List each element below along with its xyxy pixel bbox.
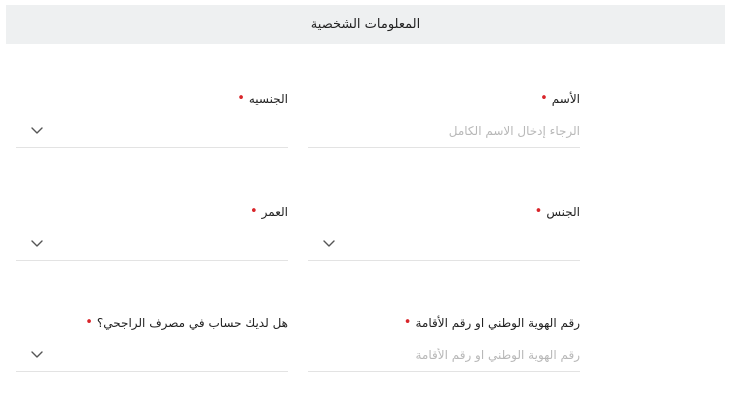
required-indicator: • [249, 204, 258, 219]
required-indicator: • [540, 91, 548, 106]
chevron-down-icon[interactable] [30, 350, 44, 360]
has-account-select[interactable] [16, 338, 288, 372]
age-label: العمر • [250, 205, 288, 219]
nationality-select[interactable] [16, 114, 288, 148]
personal-info-form: المعلومات الشخصية الأسم • الجنسيه • الجن… [0, 0, 730, 418]
id-number-input[interactable] [308, 338, 580, 371]
nationality-label-text: الجنسيه [248, 92, 288, 106]
required-indicator: • [85, 315, 93, 330]
section-header: المعلومات الشخصية [6, 5, 725, 44]
id-number-label: رقم الهوية الوطني او رقم الأقامة • [404, 316, 580, 330]
chevron-down-icon[interactable] [30, 239, 44, 249]
age-label-text: العمر [261, 205, 288, 219]
nationality-label: الجنسيه • [237, 92, 288, 106]
chevron-down-icon[interactable] [322, 239, 336, 249]
name-label-text: الأسم [551, 92, 580, 106]
gender-label: الجنس • [535, 205, 580, 219]
required-indicator: • [534, 204, 543, 219]
id-number-label-text: رقم الهوية الوطني او رقم الأقامة [415, 316, 580, 330]
required-indicator: • [237, 91, 245, 106]
id-number-input-wrapper [308, 338, 580, 372]
name-input-wrapper [308, 114, 580, 148]
required-indicator: • [403, 315, 412, 330]
has-account-label: هل لديك حساب في مصرف الراجحي؟ • [85, 316, 288, 330]
name-input[interactable] [308, 114, 580, 147]
section-title: المعلومات الشخصية [310, 17, 421, 32]
age-select[interactable] [16, 227, 288, 261]
gender-label-text: الجنس [546, 205, 580, 219]
chevron-down-icon[interactable] [30, 126, 44, 136]
name-label: الأسم • [540, 92, 580, 106]
gender-select[interactable] [308, 227, 580, 261]
has-account-label-text: هل لديك حساب في مصرف الراجحي؟ [96, 316, 288, 330]
